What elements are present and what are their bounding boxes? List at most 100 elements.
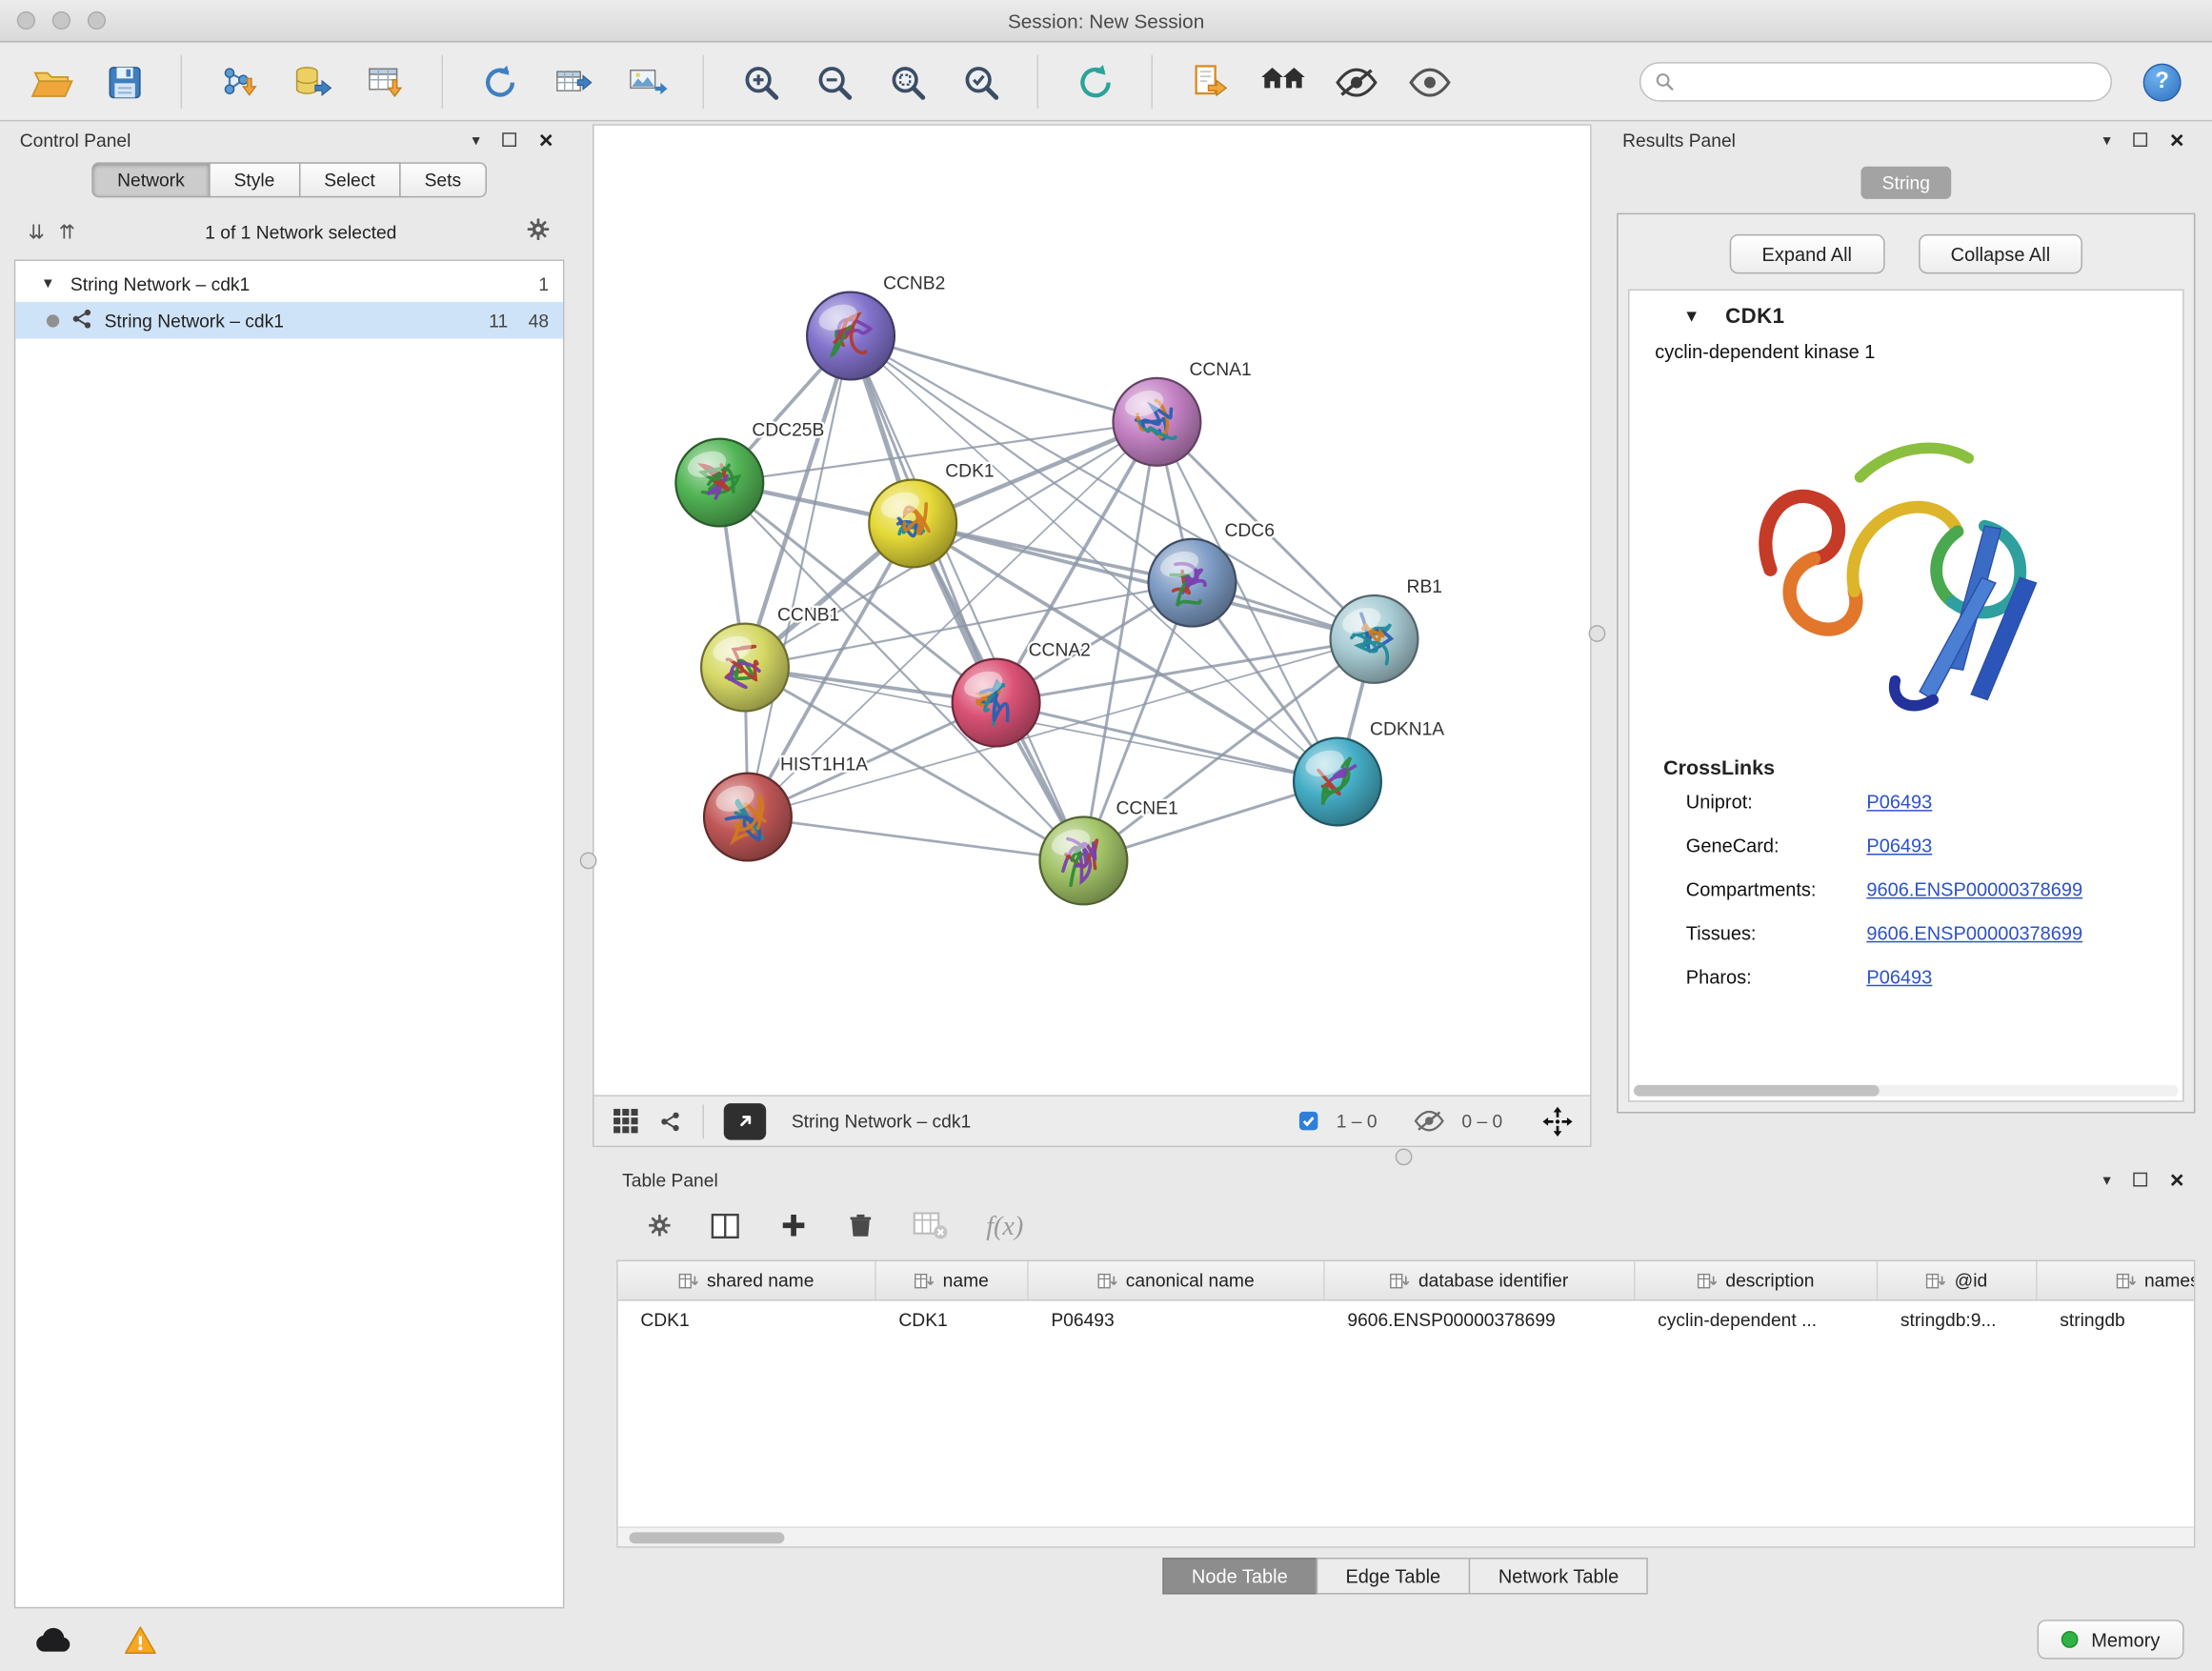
tab-node-table[interactable]: Node Table [1162,1558,1317,1595]
control-panel-float-icon[interactable] [502,132,516,147]
network-node-RB1[interactable] [1331,595,1418,683]
table-settings-gear-icon[interactable] [648,1214,672,1242]
birdseye-view-button[interactable] [611,1106,640,1136]
network-collection-row[interactable]: ▼ String Network – cdk1 1 [15,265,563,302]
new-network-from-selection-button[interactable] [469,52,531,111]
crosslink-value-link[interactable]: 9606.ENSP00000378699 [1866,923,2082,944]
table-cell[interactable]: stringdb:9... [1878,1309,2037,1330]
zoom-selected-region-button[interactable] [950,52,1012,111]
network-node-CCNB2[interactable] [807,292,895,380]
table-cell[interactable]: CDK1 [876,1309,1029,1330]
left-splitter-handle[interactable] [580,853,597,870]
show-columns-icon[interactable] [710,1210,741,1245]
network-node-CDC25B[interactable] [675,439,763,527]
column-header--id[interactable]: @id [1878,1261,2037,1299]
warnings-button[interactable] [115,1619,163,1661]
collection-collapse-icon[interactable]: ▼ [41,276,55,292]
control-panel-menu-icon[interactable]: ▾ [472,131,479,149]
bottom-splitter-handle[interactable] [1396,1149,1413,1166]
zoom-fit-content-button[interactable] [876,52,938,111]
crosslink-value-link[interactable]: P06493 [1866,966,1932,987]
right-splitter-handle[interactable] [1589,625,1606,642]
column-header-namespace[interactable]: namespace [2038,1261,2196,1299]
table-panel-menu-icon[interactable]: ▾ [2102,1170,2110,1188]
hide-graphics-details-button[interactable] [1325,52,1387,111]
home-button[interactable] [1252,52,1314,111]
network-row[interactable]: String Network – cdk1 11 48 [15,302,563,339]
import-table-from-file-button[interactable] [354,52,416,111]
network-canvas[interactable]: CCNB2CCNA1CDC25BCDK1CDC6RB1CCNB1CCNA2CDK… [594,126,1591,1095]
document-export-button[interactable] [1178,52,1240,111]
window-close-button[interactable] [17,11,35,30]
control-tab-sets[interactable]: Sets [399,162,487,197]
tab-string[interactable]: String [1860,167,1951,199]
crosslink-value-link[interactable]: P06493 [1866,836,1932,856]
network-node-HIST1H1A[interactable] [704,774,792,861]
open-in-string-button[interactable] [724,1102,766,1139]
network-node-CCNE1[interactable] [1039,816,1127,904]
results-panel-menu-icon[interactable]: ▾ [2102,131,2110,149]
crosslink-value-link[interactable]: P06493 [1866,792,1932,813]
toolbar-search-input[interactable] [1684,71,2096,92]
network-edge-CCNA2-CDKN1A[interactable] [996,703,1337,782]
zoom-out-button[interactable] [803,52,865,111]
table-panel-close-icon[interactable]: × [2170,1168,2184,1192]
show-graphics-details-button[interactable] [1398,52,1460,111]
tab-network-table[interactable]: Network Table [1469,1558,1649,1595]
table-cell[interactable]: 9606.ENSP00000378699 [1325,1309,1636,1330]
refresh-view-button[interactable] [1064,52,1126,111]
column-header-shared-name[interactable]: shared name [618,1261,876,1299]
save-session-button[interactable] [93,52,155,111]
network-node-CDK1[interactable] [869,480,956,568]
network-node-CDKN1A[interactable] [1294,738,1381,826]
results-panel-float-icon[interactable] [2133,132,2147,147]
column-header-name[interactable]: name [876,1261,1029,1299]
expand-all-networks-icon[interactable]: ⇈ [59,219,75,243]
memory-button[interactable]: Memory [2038,1620,2184,1659]
window-minimize-button[interactable] [52,11,70,30]
table-cell[interactable]: cyclin-dependent ... [1635,1309,1878,1330]
table-panel-float-icon[interactable] [2133,1173,2147,1187]
delete-columns-icon[interactable] [847,1211,875,1243]
network-node-CCNA1[interactable] [1114,378,1201,466]
tab-edge-table[interactable]: Edge Table [1316,1558,1470,1595]
horizontal-scrollbar[interactable] [630,1532,785,1543]
results-panel-close-icon[interactable]: × [2170,128,2184,151]
network-node-CCNB1[interactable] [701,624,789,712]
create-column-icon[interactable] [779,1211,809,1245]
help-button[interactable]: ? [2143,63,2182,101]
zoom-in-button[interactable] [730,52,792,111]
pan-tool-icon[interactable] [1542,1105,1574,1137]
string-app-button[interactable] [657,1108,683,1134]
table-cell[interactable]: stringdb [2038,1309,2196,1330]
column-header-database-identifier[interactable]: database identifier [1325,1261,1636,1299]
crosslink-value-link[interactable]: 9606.ENSP00000378699 [1866,879,2082,900]
collapse-all-button[interactable]: Collapse All [1919,234,2083,273]
network-edge-HIST1H1A-CCNE1[interactable] [748,816,1083,860]
table-cell[interactable]: CDK1 [618,1309,876,1330]
network-options-gear-icon[interactable] [526,217,550,246]
control-tab-select[interactable]: Select [299,162,401,197]
network-edge-CCNB2-CCNE1[interactable] [851,335,1083,860]
export-image-button[interactable] [615,52,677,111]
column-header-canonical-name[interactable]: canonical name [1029,1261,1325,1299]
import-network-from-database-button[interactable] [281,52,343,111]
table-cell[interactable]: P06493 [1029,1309,1325,1330]
control-tab-style[interactable]: Style [209,162,300,197]
expand-all-button[interactable]: Expand All [1729,234,1884,273]
collapse-all-networks-icon[interactable]: ⇊ [29,219,45,243]
cloud-button[interactable] [29,1619,76,1661]
open-session-button[interactable] [20,52,82,111]
table-row[interactable]: CDK1CDK1P064939606.ENSP00000378699cyclin… [618,1300,2194,1339]
control-tab-network[interactable]: Network [91,162,210,197]
network-node-CCNA2[interactable] [953,659,1040,747]
window-zoom-button[interactable] [88,11,106,30]
column-header-description[interactable]: description [1635,1261,1878,1299]
network-node-CDC6[interactable] [1149,539,1237,627]
protein-collapse-icon[interactable]: ▼ [1683,306,1700,326]
export-network-button[interactable] [542,52,604,111]
control-panel-close-icon[interactable]: × [539,128,553,151]
results-scrollbar[interactable] [1634,1085,1879,1097]
function-builder-icon[interactable]: f(x) [986,1212,1023,1243]
import-network-from-file-button[interactable] [208,52,270,111]
